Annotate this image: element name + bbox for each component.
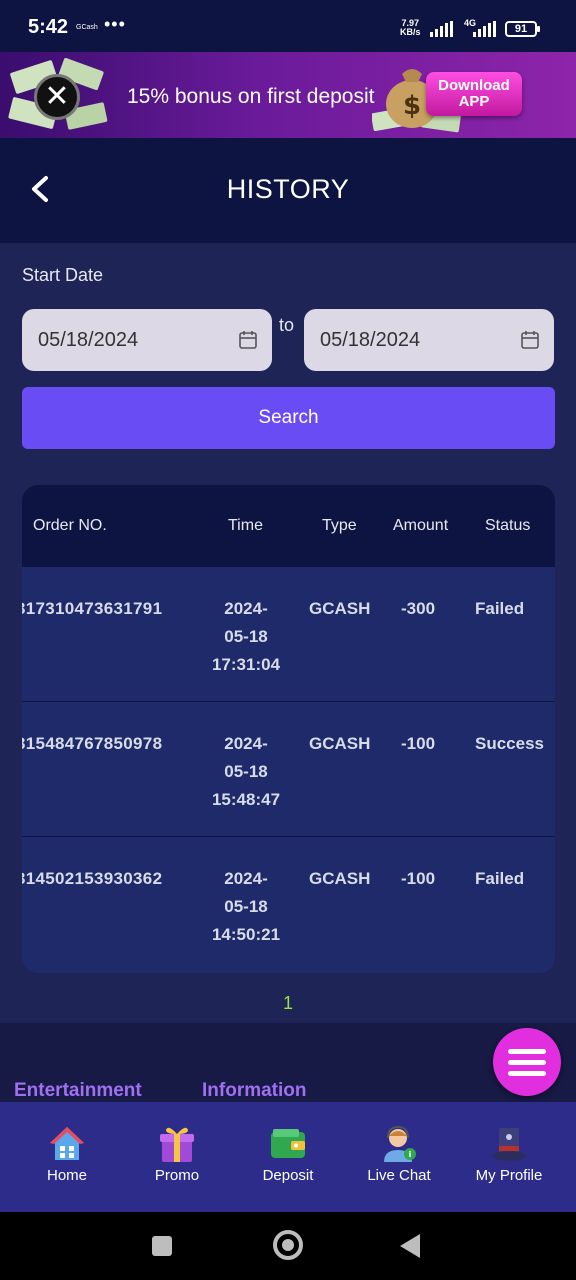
- order-time-clock: 17:31:04: [211, 655, 281, 674]
- nav-item-live-chat[interactable]: i Live Chat: [344, 1102, 454, 1212]
- page-title: HISTORY: [226, 174, 350, 204]
- order-time: 2024- 05-18 15:48:47: [208, 730, 284, 814]
- network-speed-unit: KB/s: [400, 27, 421, 37]
- bottom-nav: Home Promo Deposit i Live Chat My Profil…: [0, 1102, 576, 1212]
- order-time-day: 05-18: [224, 897, 268, 916]
- start-date-value: 05/18/2024: [38, 329, 139, 351]
- order-amount: -300: [401, 599, 436, 618]
- order-time-clock: 15:48:47: [211, 790, 281, 809]
- order-time-year: 2024-: [224, 599, 268, 618]
- order-amount: -100: [401, 734, 436, 753]
- table-row[interactable]: 317310473631791 2024- 05-18 17:31:04 GCA…: [22, 567, 555, 702]
- column-header-amount: Amount: [393, 517, 449, 534]
- table-row[interactable]: 315484767850978 2024- 05-18 15:48:47 GCA…: [22, 702, 555, 837]
- start-date-label: Start Date: [22, 265, 104, 285]
- status-bar: 5:42 GCash ••• 7.97 KB/s 4G 91: [0, 0, 576, 52]
- table-header: Order NO. Time Type Amount Status: [22, 485, 555, 567]
- home-button-icon[interactable]: [273, 1230, 303, 1260]
- column-header-order: Order NO.: [33, 517, 107, 534]
- search-button[interactable]: Search: [22, 387, 555, 449]
- profile-hat-icon: [492, 1128, 526, 1161]
- order-time-day: 05-18: [224, 627, 268, 646]
- wallet-icon: [271, 1129, 305, 1158]
- menu-fab-button[interactable]: [493, 1028, 561, 1096]
- nav-item-home[interactable]: Home: [12, 1102, 122, 1212]
- download-app-button[interactable]: Download APP: [426, 72, 522, 116]
- download-app-line1: Download: [438, 77, 510, 94]
- order-time-year: 2024-: [224, 734, 268, 753]
- chevron-left-icon[interactable]: [28, 174, 52, 204]
- column-header-time: Time: [228, 517, 263, 534]
- download-app-line2: APP: [458, 93, 490, 110]
- footer: Entertainment Information: [0, 1023, 576, 1103]
- end-date-value: 05/18/2024: [320, 329, 421, 351]
- nav-label-live-chat: Live Chat: [367, 1167, 431, 1184]
- hamburger-icon: [508, 1060, 546, 1065]
- calendar-icon: [239, 331, 257, 349]
- gift-icon: [160, 1127, 194, 1162]
- signal-icon-secondary: [473, 21, 499, 37]
- signal-icon: [430, 21, 456, 37]
- order-type: GCASH: [309, 599, 371, 618]
- order-type: GCASH: [309, 734, 371, 753]
- calendar-icon: [521, 331, 539, 349]
- column-header-status: Status: [485, 517, 531, 534]
- nav-label-home: Home: [46, 1167, 87, 1184]
- order-time-year: 2024-: [224, 869, 268, 888]
- nav-label-my-profile: My Profile: [475, 1167, 543, 1184]
- network-speed: 7.97 KB/s: [400, 19, 421, 37]
- footer-link-entertainment[interactable]: Entertainment: [14, 1080, 142, 1102]
- footer-link-information[interactable]: Information: [202, 1080, 307, 1102]
- start-date-input[interactable]: 05/18/2024: [22, 309, 272, 371]
- promo-text: 15% bonus on first deposit: [127, 85, 375, 108]
- battery-icon: 91: [505, 21, 540, 37]
- status-time: 5:42: [28, 16, 69, 38]
- nav-label-promo: Promo: [154, 1167, 200, 1184]
- table-row[interactable]: 314502153930362 2024- 05-18 14:50:21 GCA…: [22, 837, 555, 972]
- recent-apps-icon[interactable]: [152, 1236, 172, 1256]
- system-nav-bar: [0, 1212, 576, 1280]
- order-time-clock: 14:50:21: [211, 925, 281, 944]
- order-time: 2024- 05-18 14:50:21: [208, 865, 284, 949]
- order-type: GCASH: [309, 869, 371, 888]
- order-time: 2024- 05-18 17:31:04: [208, 595, 284, 679]
- nav-item-my-profile[interactable]: My Profile: [454, 1102, 564, 1212]
- order-status: Failed: [475, 869, 525, 888]
- order-status: Success: [475, 734, 544, 753]
- order-time-day: 05-18: [224, 762, 268, 781]
- order-number: 314502153930362: [22, 869, 163, 888]
- order-amount: -100: [401, 869, 436, 888]
- nav-item-deposit[interactable]: Deposit: [233, 1102, 343, 1212]
- promo-banner[interactable]: ✕ 15% bonus on first deposit $ Download …: [0, 52, 576, 138]
- pagination-page-1[interactable]: 1: [0, 993, 576, 1014]
- svg-text:$: $: [403, 91, 421, 121]
- order-status: Failed: [475, 599, 525, 618]
- hamburger-icon: [508, 1071, 546, 1076]
- close-icon[interactable]: ✕: [34, 74, 80, 120]
- nav-label-deposit: Deposit: [262, 1167, 314, 1184]
- to-label: to: [279, 315, 295, 335]
- end-date-input[interactable]: 05/18/2024: [304, 309, 554, 371]
- back-triangle-icon[interactable]: [400, 1234, 420, 1258]
- support-agent-icon: i: [384, 1125, 416, 1162]
- status-app-label: GCash: [76, 24, 98, 31]
- nav-item-promo[interactable]: Promo: [122, 1102, 232, 1212]
- order-number: 317310473631791: [22, 599, 163, 618]
- page-header: HISTORY: [0, 138, 576, 243]
- status-more-icon: •••: [104, 14, 126, 34]
- order-number: 315484767850978: [22, 734, 163, 753]
- column-header-type: Type: [322, 517, 357, 534]
- hamburger-icon: [508, 1049, 546, 1054]
- history-content: Start Date 05/18/2024 to 05/18/2024 Sear…: [0, 243, 576, 1023]
- home-icon: [50, 1127, 84, 1160]
- history-table[interactable]: Order NO. Time Type Amount Status 317310…: [22, 485, 555, 973]
- svg-text:i: i: [409, 1150, 412, 1159]
